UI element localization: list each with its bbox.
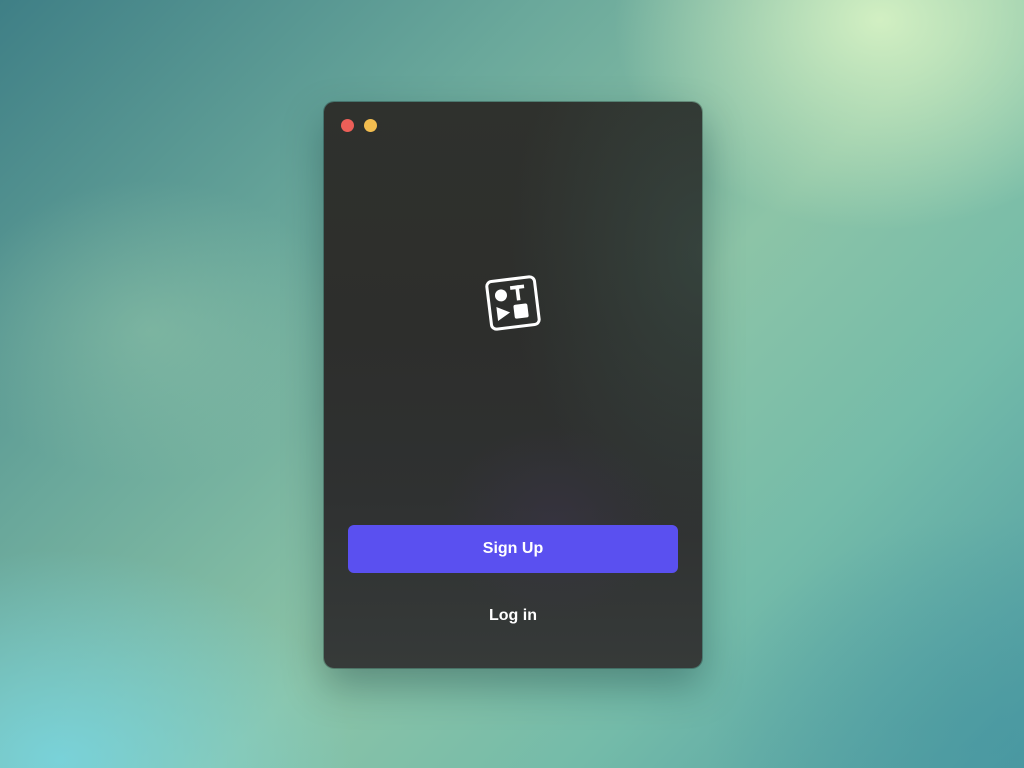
shapes-logo-icon xyxy=(484,274,542,332)
close-window-button[interactable] xyxy=(341,119,354,132)
app-window: Sign Up Log in xyxy=(324,102,702,668)
log-in-link[interactable]: Log in xyxy=(348,602,678,630)
minimize-window-button[interactable] xyxy=(364,119,377,132)
sign-up-button[interactable]: Sign Up xyxy=(348,525,678,573)
